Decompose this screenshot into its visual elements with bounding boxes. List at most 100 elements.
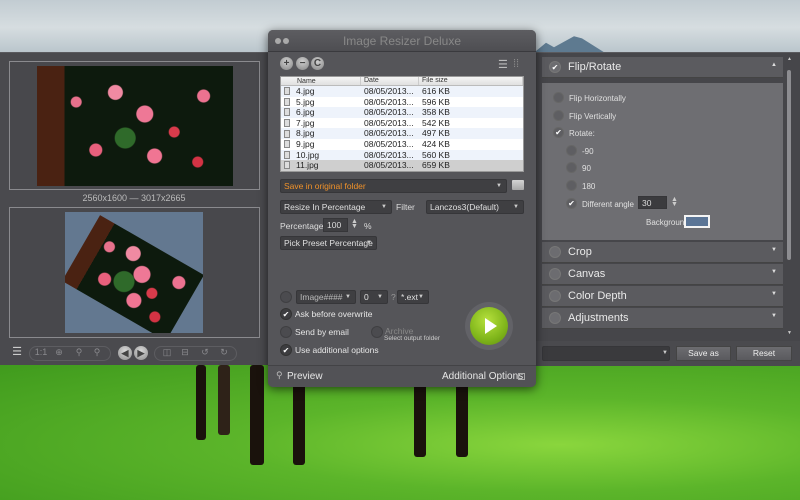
file-row[interactable]: 6.jpg 08/05/2013... 358 KB: [281, 107, 523, 118]
different-angle-radio[interactable]: ✔: [566, 198, 577, 209]
checkmark-icon[interactable]: ✔: [549, 61, 561, 73]
ask-overwrite-checkbox[interactable]: ✔: [280, 308, 292, 320]
panel-toggle-icon[interactable]: [518, 373, 525, 380]
resize-mode-select[interactable]: Resize In Percentage ▼: [280, 200, 392, 214]
chevron-down-icon: ▼: [418, 294, 424, 300]
rename-checkbox[interactable]: [280, 291, 292, 303]
flip-horizontal-checkbox[interactable]: [553, 92, 564, 103]
clear-files-button[interactable]: C: [311, 57, 324, 70]
section-canvas[interactable]: Canvas ▼: [542, 264, 783, 285]
scroll-down-icon[interactable]: ▼: [787, 330, 792, 336]
folder-icon[interactable]: [512, 180, 524, 190]
save-location-select[interactable]: Save in original folder ▼: [280, 179, 507, 193]
rotate-left-icon[interactable]: ↺: [198, 347, 212, 358]
archive-checkbox[interactable]: [371, 326, 383, 338]
file-row[interactable]: 9.jpg 08/05/2013... 424 KB: [281, 139, 523, 150]
horse-tail: [218, 365, 230, 435]
scroll-up-icon[interactable]: ▲: [787, 56, 792, 62]
rotate-checkbox[interactable]: ✔: [553, 127, 564, 138]
scroll-thumb[interactable]: [787, 70, 791, 260]
ask-overwrite-label: Ask before overwrite: [295, 309, 373, 319]
file-date-cell: 08/05/2013...: [364, 86, 414, 96]
options-scrollbar[interactable]: ▲ ▼: [787, 56, 792, 338]
percentage-label: Percentage:: [280, 221, 326, 231]
file-size-cell: 497 KB: [422, 128, 450, 139]
file-row[interactable]: 10.jpg 08/05/2013... 560 KB: [281, 149, 523, 161]
file-date-cell: 08/05/2013...: [364, 117, 414, 128]
start-button[interactable]: [465, 302, 513, 350]
result-preview: [9, 207, 260, 338]
file-name: 7.jpg: [296, 117, 315, 128]
split-vertical-icon[interactable]: ◫: [160, 347, 174, 358]
file-name-cell: 7.jpg: [281, 118, 361, 129]
file-row[interactable]: 11.jpg 08/05/2013... 659 KB: [281, 160, 523, 171]
additional-options-checkbox[interactable]: ✔: [280, 344, 292, 356]
file-date-cell: 08/05/2013...: [364, 160, 414, 171]
additional-options-button[interactable]: Additional Options: [442, 371, 523, 382]
rename-pattern-select[interactable]: Image#### ▼: [296, 290, 356, 304]
original-image: [37, 66, 233, 186]
preset-select[interactable]: [542, 346, 670, 361]
zoom-out-icon[interactable]: ⚲: [72, 347, 86, 358]
preset-percentage-select[interactable]: Pick Preset Percentage ▼: [280, 236, 377, 250]
additional-options-label: Use additional options: [295, 345, 379, 355]
angle-input[interactable]: 30: [638, 196, 667, 209]
list-view-icon[interactable]: ☰: [498, 58, 508, 71]
toggle-icon[interactable]: [549, 268, 561, 280]
background-color-swatch[interactable]: [684, 215, 710, 228]
zoom-in-icon[interactable]: ⚲: [90, 347, 104, 358]
save-as-button[interactable]: Save as: [676, 346, 731, 361]
send-email-checkbox[interactable]: [280, 326, 292, 338]
add-files-button[interactable]: +: [280, 57, 293, 70]
file-name-cell: 10.jpg: [281, 150, 361, 161]
title-bar[interactable]: Image Resizer Deluxe: [268, 30, 536, 52]
section-flip-rotate[interactable]: ✔ Flip/Rotate ▲: [542, 57, 783, 78]
chevron-up-icon: ▲: [771, 62, 777, 68]
arrow-left-icon[interactable]: ◀: [118, 346, 132, 360]
column-name[interactable]: Name: [281, 77, 361, 85]
chevron-down-icon: ▼: [496, 183, 502, 189]
rotate-90-radio[interactable]: [566, 162, 577, 173]
file-row[interactable]: 7.jpg 08/05/2013... 542 KB: [281, 118, 523, 129]
file-list[interactable]: Name Date File size 4.jpg 08/05/2013... 61…: [280, 76, 524, 172]
filter-label: Filter: [396, 202, 415, 212]
file-icon: [284, 108, 290, 117]
file-icon: [284, 140, 290, 149]
section-crop[interactable]: Crop ▼: [542, 242, 783, 263]
file-name-cell: 8.jpg: [281, 128, 361, 139]
split-horizontal-icon[interactable]: ⊟: [178, 347, 192, 358]
column-date[interactable]: Date: [361, 77, 419, 85]
remove-files-button[interactable]: −: [296, 57, 309, 70]
reset-button[interactable]: Reset: [736, 346, 792, 361]
arrow-right-icon[interactable]: ▶: [134, 346, 148, 360]
angle-stepper[interactable]: ▲ ▼: [671, 196, 678, 208]
column-size[interactable]: File size: [419, 77, 523, 85]
preview-button[interactable]: Preview: [287, 371, 323, 382]
filter-select[interactable]: Lanczos3(Default) ▼: [426, 200, 524, 214]
rotate-neg90-radio[interactable]: [566, 145, 577, 156]
extension-select[interactable]: *.ext ▼: [397, 290, 429, 304]
actual-size-button[interactable]: 1:1: [34, 347, 48, 357]
options-bottom-bar: ▼ Save as Reset: [536, 341, 800, 366]
toggle-icon[interactable]: [549, 246, 561, 258]
rotate-180-label: 180: [582, 182, 596, 191]
list-icon[interactable]: ☰: [10, 345, 24, 358]
section-color-depth[interactable]: Color Depth ▼: [542, 286, 783, 307]
flip-vertical-checkbox[interactable]: [553, 110, 564, 121]
file-name: 4.jpg: [296, 86, 315, 96]
section-adjustments[interactable]: Adjustments ▼: [542, 308, 783, 329]
percentage-input[interactable]: 100: [323, 218, 348, 232]
toggle-icon[interactable]: [549, 312, 561, 324]
rotate-right-icon[interactable]: ↻: [217, 347, 231, 358]
file-row[interactable]: 8.jpg 08/05/2013... 497 KB: [281, 128, 523, 139]
rotate-180-radio[interactable]: [566, 180, 577, 191]
percentage-stepper[interactable]: ▲ ▼: [351, 218, 358, 230]
grid-view-icon[interactable]: ⁞⁞: [513, 58, 519, 70]
file-row[interactable]: 4.jpg 08/05/2013... 616 KB: [281, 86, 523, 97]
rename-start-select[interactable]: 0 ▼: [360, 290, 388, 304]
chevron-down-icon: ▼: [771, 247, 777, 253]
file-icon: [284, 129, 290, 138]
toggle-icon[interactable]: [549, 290, 561, 302]
file-row[interactable]: 5.jpg 08/05/2013... 596 KB: [281, 97, 523, 108]
fit-icon[interactable]: ⊕: [52, 347, 66, 358]
